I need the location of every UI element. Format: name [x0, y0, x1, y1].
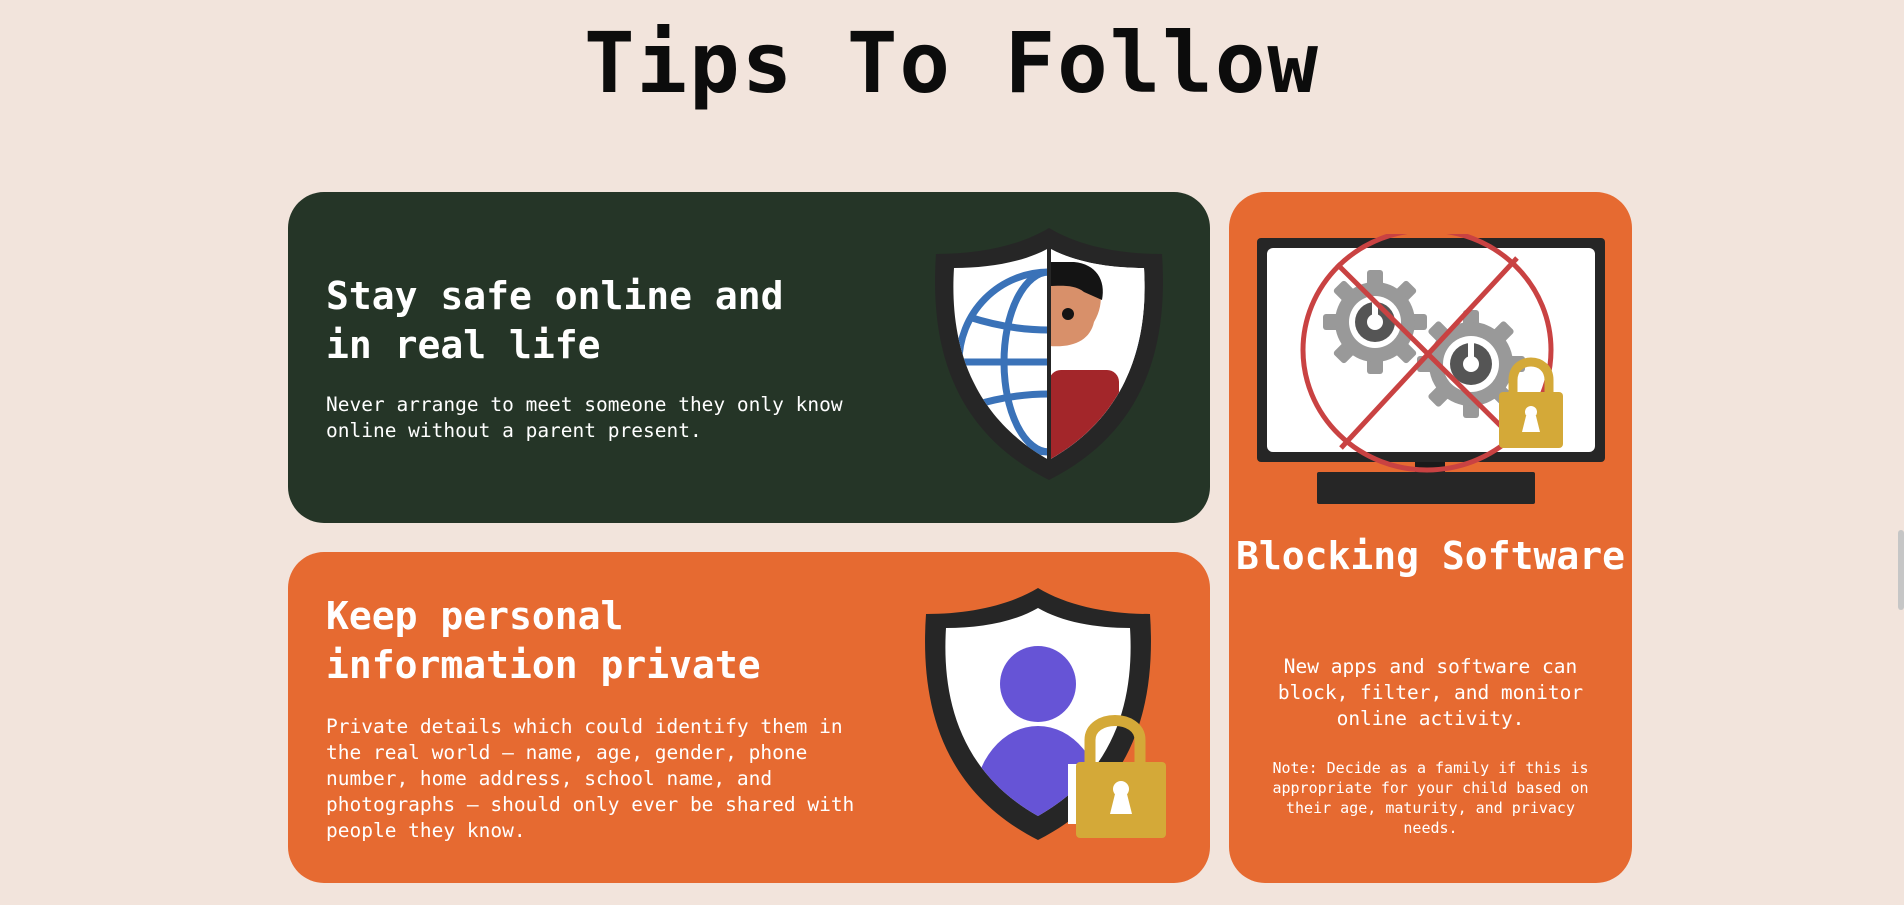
page-title: Tips To Follow	[583, 14, 1320, 112]
card-title: Stay safe online and in real life	[326, 274, 784, 367]
card-title: Keep personal information private	[326, 594, 761, 687]
card-blocking-software: Blocking Software New apps and software …	[1229, 192, 1632, 883]
shield-person-lock-icon	[925, 588, 1166, 840]
card-stay-safe: Stay safe online and in real life Never …	[288, 192, 1210, 523]
monitor-gears-blocked-icon	[1257, 234, 1605, 504]
card-title: Blocking Software	[1236, 534, 1625, 578]
page: Tips To Follow Stay safe online and in r…	[0, 0, 1904, 905]
card-note: Note: Decide as a family if this is appr…	[1272, 759, 1589, 837]
scrollbar-thumb[interactable]	[1898, 530, 1904, 610]
card-text: New apps and software can block, filter,…	[1277, 655, 1584, 730]
card-text: Private details which could identify the…	[326, 715, 855, 842]
card-text: Never arrange to meet someone they only …	[326, 393, 843, 442]
shield-globe-person-icon	[935, 228, 1163, 480]
card-keep-private: Keep personal information private Privat…	[288, 552, 1210, 883]
